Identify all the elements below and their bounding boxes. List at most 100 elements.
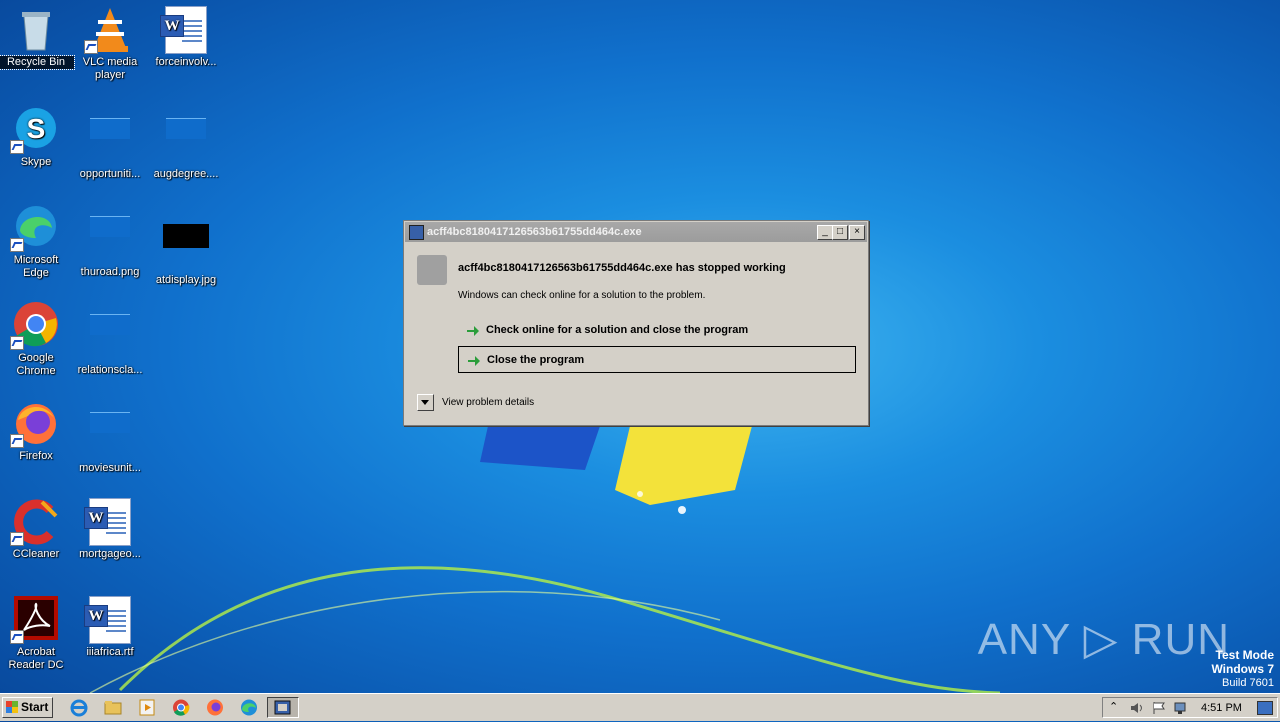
ccleaner-icon <box>10 498 60 546</box>
desktop-icon-mortgageo[interactable]: W mortgageo... <box>72 498 148 561</box>
desktop-icon-augdegree[interactable]: augdegree.... <box>148 106 224 181</box>
show-hidden-icons-icon[interactable]: ⌃ <box>1109 700 1118 713</box>
desktop-icon-label: Recycle Bin <box>0 55 75 70</box>
desktop-icon-label: moviesunit... <box>79 462 141 474</box>
command-label: Check online for a solution and close th… <box>486 324 749 336</box>
word-doc-icon: W <box>84 596 134 644</box>
desktop-icon-label: Microsoft Edge <box>13 254 59 279</box>
test-mode-line: Test Mode <box>1215 648 1274 662</box>
anyrun-watermark: ANY ▷ RUN <box>977 615 1230 664</box>
edge-icon <box>10 204 60 252</box>
desktop-icon-label: Google Chrome <box>16 352 56 377</box>
desktop-icon-relationscla[interactable]: relationscla... <box>72 302 148 377</box>
desktop-icon-label: mortgageo... <box>79 548 141 560</box>
taskbar: Start ⌃ 4:51 PM <box>0 693 1280 721</box>
file-icon <box>86 412 134 460</box>
green-arrow-icon <box>468 356 480 366</box>
desktop-icon-opportuniti[interactable]: opportuniti... <box>72 106 148 181</box>
desktop-icon-label: iiiafrica.rtf <box>86 646 134 658</box>
shortcut-arrow-icon <box>10 238 24 252</box>
desktop-icon-label: atdisplay.jpg <box>155 274 217 286</box>
chrome-icon <box>10 302 60 350</box>
firefox-icon[interactable] <box>204 697 226 718</box>
shortcut-arrow-icon <box>10 630 24 644</box>
command-label: Close the program <box>487 354 585 366</box>
media-player-icon[interactable] <box>136 697 158 718</box>
windows-version-line: Windows 7 <box>1211 662 1274 676</box>
desktop-icon-ccleaner[interactable]: CCleaner <box>0 498 74 561</box>
desktop-icon-moviesunit[interactable]: moviesunit... <box>72 400 148 475</box>
desktop-icon-label: forceinvolv... <box>155 56 217 68</box>
clock[interactable]: 4:51 PM <box>1201 702 1242 714</box>
desktop-icon-chrome[interactable]: Google Chrome <box>0 302 74 378</box>
desktop-icon-recycle-bin[interactable]: Recycle Bin <box>0 6 75 70</box>
close-button[interactable]: × <box>849 225 865 240</box>
close-program-button[interactable]: Close the program <box>458 346 856 373</box>
acrobat-icon <box>10 596 60 644</box>
desktop-icon-label: VLC media player <box>82 56 138 81</box>
file-icon <box>86 314 134 362</box>
recycle-bin-icon <box>12 6 60 54</box>
system-tray: ⌃ 4:51 PM <box>1102 697 1278 718</box>
dialog-subtext: Windows can check online for a solution … <box>458 290 706 301</box>
build-line: Build 7601 <box>1222 677 1274 689</box>
desktop-icon-thuroad[interactable]: thuroad.png <box>72 204 148 279</box>
image-file-icon <box>86 216 134 264</box>
desktop-icon-label: Firefox <box>19 450 53 462</box>
error-dialog-icon <box>274 700 291 715</box>
start-button[interactable]: Start <box>2 697 53 718</box>
edge-icon[interactable] <box>238 697 260 718</box>
desktop-icon-skype[interactable]: S Skype <box>0 106 74 169</box>
shortcut-arrow-icon <box>10 336 24 350</box>
taskbar-error-dialog-button[interactable] <box>267 697 299 718</box>
green-arrow-icon <box>467 326 479 336</box>
check-online-button[interactable]: Check online for a solution and close th… <box>458 317 856 344</box>
desktop-icon-label: augdegree.... <box>153 168 219 180</box>
view-details-toggle[interactable] <box>417 394 434 411</box>
skype-icon: S <box>10 106 60 154</box>
file-icon <box>162 118 210 166</box>
word-doc-icon: W <box>84 498 134 546</box>
maximize-button[interactable]: □ <box>832 225 848 240</box>
svg-text:S: S <box>27 113 46 144</box>
vlc-icon <box>84 6 134 54</box>
dialog-title: acff4bc8180417126563b61755dd464c.exe <box>427 226 642 238</box>
dialog-titlebar[interactable]: acff4bc8180417126563b61755dd464c.exe _ □… <box>405 222 867 242</box>
desktop-icon-atdisplay[interactable]: atdisplay.jpg <box>148 204 224 287</box>
desktop-icon-label: opportuniti... <box>79 168 141 180</box>
start-label: Start <box>21 700 49 714</box>
minimize-button[interactable]: _ <box>817 225 833 240</box>
desktop-icon-forceinvolv[interactable]: W forceinvolv... <box>148 6 224 69</box>
desktop-icon-iiiafrica[interactable]: W iiiafrica.rtf <box>72 596 148 659</box>
app-icon <box>409 225 424 240</box>
ie-icon[interactable] <box>68 697 90 718</box>
shortcut-arrow-icon <box>84 40 98 54</box>
firefox-icon <box>10 400 60 448</box>
shortcut-arrow-icon <box>10 532 24 546</box>
word-doc-icon: W <box>160 6 210 54</box>
file-icon <box>86 118 134 166</box>
windows-logo-icon <box>6 701 18 713</box>
desktop-icon-label: thuroad.png <box>80 266 140 278</box>
volume-icon[interactable] <box>1129 701 1145 715</box>
desktop-icon-firefox[interactable]: Firefox <box>0 400 74 463</box>
desktop-icon-edge[interactable]: Microsoft Edge <box>0 204 74 280</box>
image-file-icon <box>162 224 210 272</box>
desktop-icon-label: CCleaner <box>12 548 60 560</box>
chrome-icon[interactable] <box>170 697 192 718</box>
network-icon[interactable] <box>1173 701 1189 715</box>
show-desktop-icon[interactable] <box>1257 701 1273 715</box>
desktop-icon-label: relationscla... <box>77 364 143 376</box>
desktop-icon-vlc[interactable]: VLC media player <box>72 6 148 82</box>
explorer-icon[interactable] <box>102 697 124 718</box>
shortcut-arrow-icon <box>10 434 24 448</box>
program-icon <box>417 255 447 285</box>
view-details-label[interactable]: View problem details <box>442 397 534 408</box>
test-mode-notice: Test Mode Windows 7 Build 7601 <box>1211 648 1274 690</box>
desktop-icon-label: Skype <box>20 156 52 168</box>
desktop-icon-label: Acrobat Reader DC <box>8 646 64 671</box>
action-center-flag-icon[interactable] <box>1151 701 1167 715</box>
dialog-heading: acff4bc8180417126563b61755dd464c.exe has… <box>458 262 786 274</box>
desktop-icon-acrobat[interactable]: Acrobat Reader DC <box>0 596 74 672</box>
error-dialog: acff4bc8180417126563b61755dd464c.exe _ □… <box>403 220 869 426</box>
